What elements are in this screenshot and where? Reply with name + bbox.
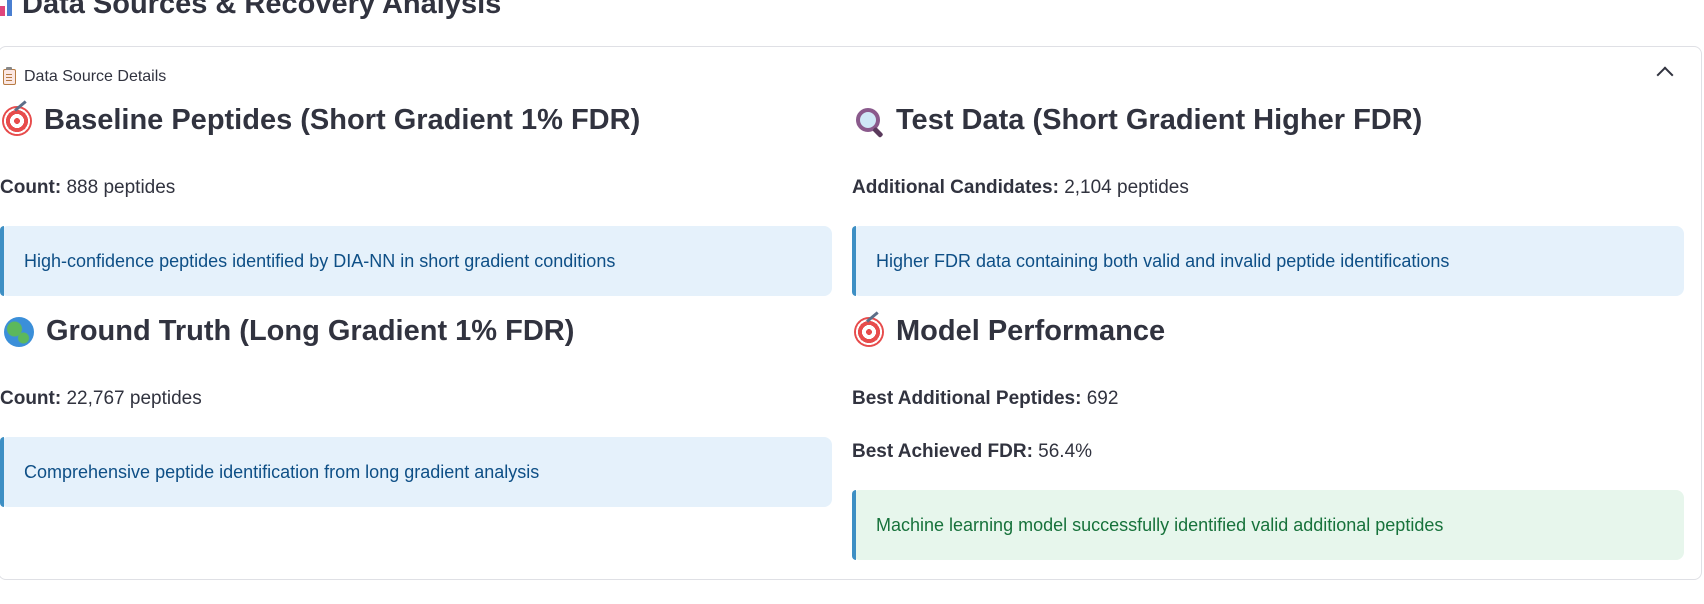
test-count: Additional Candidates: 2,104 peptides (852, 177, 1189, 199)
model-section: Model Performance (854, 315, 1165, 348)
baseline-count-value: 888 peptides (66, 177, 176, 198)
ground-truth-section: Ground Truth (Long Gradient 1% FDR) (4, 315, 574, 348)
clipboard-icon (3, 67, 16, 85)
model-success-text: Machine learning model successfully iden… (876, 514, 1444, 535)
test-heading: Test Data (Short Gradient Higher FDR) (854, 104, 1422, 137)
baseline-heading: Baseline Peptides (Short Gradient 1% FDR… (2, 104, 640, 137)
test-section: Test Data (Short Gradient Higher FDR) (854, 104, 1422, 137)
ground-truth-title: Ground Truth (Long Gradient 1% FDR) (46, 315, 575, 347)
test-title: Test Data (Short Gradient Higher FDR) (896, 104, 1423, 136)
bar-chart-icon (0, 0, 12, 16)
globe-icon (4, 316, 34, 347)
magnifier-icon (854, 106, 884, 136)
expander-header[interactable]: Data Source Details (0, 47, 1701, 107)
baseline-info-callout: High-confidence peptides identified by D… (0, 226, 832, 296)
target-icon (2, 105, 32, 136)
ground-truth-info-callout: Comprehensive peptide identification fro… (0, 437, 832, 507)
model-success-callout: Machine learning model successfully iden… (852, 490, 1684, 560)
model-fdr: Best Achieved FDR: 56.4% (852, 441, 1092, 463)
ground-truth-count: Count: 22,767 peptides (0, 388, 202, 410)
test-count-value: 2,104 peptides (1064, 177, 1189, 198)
baseline-info-text: High-confidence peptides identified by D… (24, 250, 616, 271)
model-heading: Model Performance (854, 315, 1165, 348)
baseline-title: Baseline Peptides (Short Gradient 1% FDR… (44, 104, 641, 136)
ground-truth-info-text: Comprehensive peptide identification fro… (24, 461, 540, 482)
model-peptides-value: 692 (1086, 388, 1119, 409)
target-icon (854, 316, 884, 347)
ground-truth-heading: Ground Truth (Long Gradient 1% FDR) (4, 315, 574, 348)
baseline-section: Baseline Peptides (Short Gradient 1% FDR… (2, 104, 640, 137)
test-info-text: Higher FDR data containing both valid an… (876, 250, 1450, 271)
expander-label: Data Source Details (24, 68, 167, 85)
ground-truth-count-label: Count: (0, 388, 62, 409)
test-count-label: Additional Candidates: (852, 177, 1059, 198)
page-title: Data Sources & Recovery Analysis (0, 0, 501, 21)
model-fdr-value: 56.4% (1038, 441, 1093, 462)
model-fdr-label: Best Achieved FDR: (852, 441, 1033, 462)
chevron-up-icon[interactable] (1656, 66, 1674, 84)
model-peptides-label: Best Additional Peptides: (852, 388, 1082, 409)
ground-truth-count-value: 22,767 peptides (66, 388, 202, 409)
baseline-count-label: Count: (0, 177, 62, 198)
model-peptides: Best Additional Peptides: 692 (852, 388, 1118, 410)
model-title: Model Performance (896, 315, 1166, 347)
test-info-callout: Higher FDR data containing both valid an… (852, 226, 1684, 296)
page-title-text: Data Sources & Recovery Analysis (22, 0, 502, 20)
baseline-count: Count: 888 peptides (0, 177, 175, 199)
